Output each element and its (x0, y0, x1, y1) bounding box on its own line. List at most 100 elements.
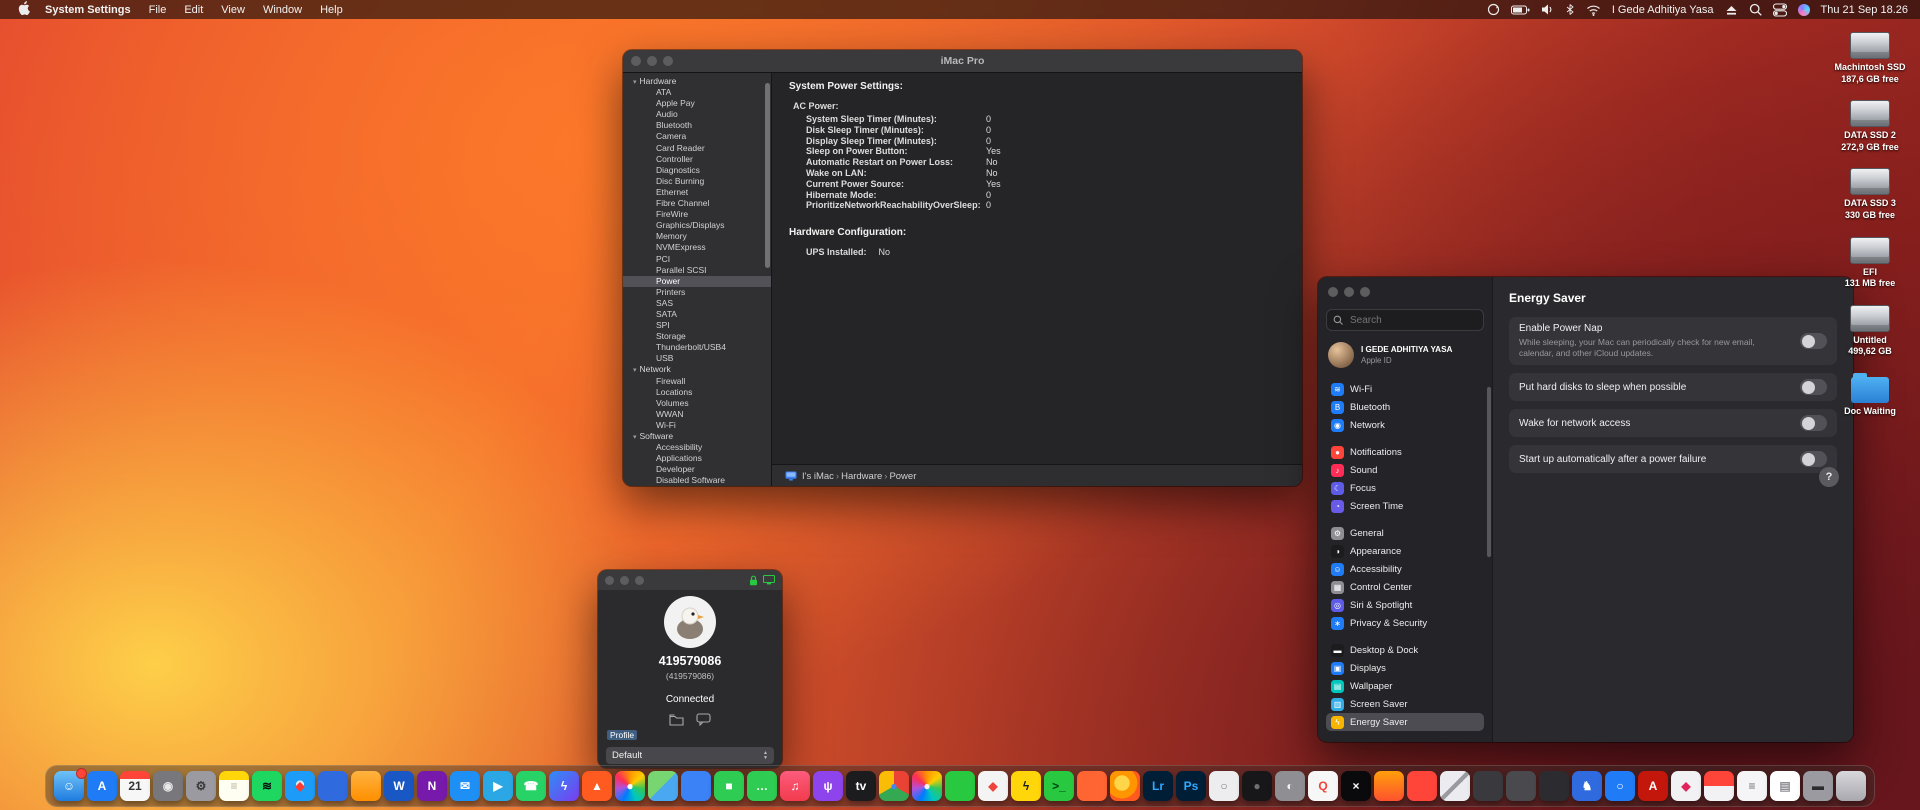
sysinfo-sidebar-item-printers[interactable]: Printers (623, 287, 771, 298)
desktop-icon-doc-waiting[interactable]: Doc Waiting (1824, 373, 1916, 417)
dock-icon-chess-app[interactable]: ♞ (1572, 771, 1602, 801)
sysinfo-sidebar-item-nvmexpress[interactable]: NVMExpress (623, 242, 771, 253)
dock-icon-lightroom[interactable]: Lr (1143, 771, 1173, 801)
dock-icon-anydesk[interactable]: ◆ (978, 771, 1008, 801)
battery-icon[interactable] (1510, 4, 1530, 16)
sysinfo-sidebar-item-graphics-displays[interactable]: Graphics/Displays (623, 220, 771, 231)
dock-icon-finder[interactable]: ☺ (54, 768, 87, 801)
search-field[interactable] (1326, 309, 1484, 331)
desktop-icon-efi[interactable]: EFI 131 MB free (1824, 236, 1916, 289)
settings-sidebar-item-sound[interactable]: ♪ Sound (1326, 461, 1484, 479)
sysinfo-sidebar-item-power[interactable]: Power (623, 275, 771, 287)
dock-icon-podcasts[interactable]: ψ (813, 771, 843, 801)
settings-sidebar-item-screen-time[interactable]: ◔ Screen Time (1326, 497, 1484, 515)
eject-icon[interactable] (1725, 4, 1738, 16)
menu-bar-user-name[interactable]: I Gede Adhitiya Yasa (1612, 4, 1714, 16)
desktop-icon-data-ssd-2[interactable]: DATA SSD 2 272,9 GB free (1824, 100, 1916, 152)
settings-sidebar-item-network[interactable]: ◉ Network (1326, 416, 1484, 434)
dock-icon-acrobat[interactable]: A (1638, 771, 1668, 801)
sysinfo-sidebar-item-apple-pay[interactable]: Apple Pay (623, 98, 771, 109)
close-button[interactable] (631, 56, 641, 66)
settings-sidebar-item-energy-saver[interactable]: ϟ Energy Saver (1326, 713, 1484, 731)
dock-icon-photoshop[interactable]: Ps (1176, 771, 1206, 801)
settings-sidebar-item-bluetooth[interactable]: B Bluetooth (1326, 398, 1484, 416)
sysinfo-sidebar-item-card-reader[interactable]: Card Reader (623, 143, 771, 154)
sysinfo-sidebar-item-volumes[interactable]: Volumes (623, 398, 771, 409)
profile-dropdown[interactable]: Default ▲ ▼ (606, 747, 774, 764)
dock-icon-black-circle-app[interactable]: ● (1242, 771, 1272, 801)
dock-icon-colorful-app[interactable]: ● (912, 771, 942, 801)
settings-sidebar-item-displays[interactable]: ▣ Displays (1326, 659, 1484, 677)
settings-sidebar-item-privacy-security[interactable]: ∗ Privacy & Security (1326, 614, 1484, 632)
sysinfo-sidebar-item-diagnostics[interactable]: Diagnostics (623, 165, 771, 176)
sysinfo-sidebar-item-applications[interactable]: Applications (623, 453, 771, 464)
dock-icon-maps[interactable] (648, 771, 678, 801)
dock-icon-messages[interactable]: … (747, 771, 777, 801)
desktop[interactable]: { "menu_bar": { "app_name": "System Sett… (0, 0, 1920, 810)
dock-icon-system-settings[interactable]: ⚙ (186, 771, 216, 801)
zoom-button[interactable] (635, 575, 644, 585)
dock-icon-green-terminal[interactable]: >_ (1044, 771, 1074, 801)
sidebar-scrollbar[interactable] (1487, 387, 1491, 557)
dock-icon-app-store[interactable]: A (87, 771, 117, 801)
dock-icon-search-app[interactable]: ○ (1605, 771, 1635, 801)
dock-icon-page-app[interactable]: ▤ (1770, 771, 1800, 801)
minimize-button[interactable] (620, 575, 629, 585)
sysinfo-sidebar-item-pci[interactable]: PCI (623, 254, 771, 265)
wifi-icon[interactable] (1586, 4, 1601, 16)
sysinfo-titlebar[interactable]: iMac Pro (623, 50, 1302, 73)
dock-icon-facetime[interactable]: ■ (714, 771, 744, 801)
dock-icon-x-app[interactable]: × (1341, 771, 1371, 801)
dock-icon-trash[interactable] (1836, 771, 1866, 801)
menu-bar-clock[interactable]: Thu 21 Sep 18.26 (1821, 4, 1908, 16)
search-input[interactable] (1348, 313, 1477, 327)
dock-icon-safari[interactable]: ◆ (285, 771, 315, 801)
dock-icon-qq[interactable]: Q (1308, 771, 1338, 801)
dock-icon-white-circle-app[interactable]: ○ (1209, 771, 1239, 801)
dock-icon-photos[interactable]: ● (615, 771, 645, 801)
settings-sidebar-item-notifications[interactable]: ● Notifications (1326, 443, 1484, 461)
anydesk-titlebar[interactable] (598, 570, 782, 590)
sysinfo-sidebar-item-sata[interactable]: SATA (623, 309, 771, 320)
sysinfo-sidebar-section-network[interactable]: ▾ Network (623, 364, 771, 375)
sysinfo-sidebar-item-firewire[interactable]: FireWire (623, 209, 771, 220)
desktop-icon-machintosh-ssd[interactable]: Machintosh SSD 187,6 GB free (1824, 32, 1916, 84)
toggle-switch[interactable] (1800, 451, 1827, 468)
chat-icon[interactable] (696, 713, 711, 726)
dock-icon-flame-app[interactable] (1374, 771, 1404, 801)
dock-icon-onenote[interactable]: N (417, 771, 447, 801)
sysinfo-sidebar-item-audio[interactable]: Audio (623, 109, 771, 120)
settings-sidebar-item-wallpaper[interactable]: ▤ Wallpaper (1326, 677, 1484, 695)
sysinfo-sidebar-item-locations[interactable]: Locations (623, 387, 771, 398)
dock-icon-chrome[interactable]: ● (879, 771, 909, 801)
sysinfo-sidebar-item-fibre-channel[interactable]: Fibre Channel (623, 198, 771, 209)
dock-icon-green-app[interactable] (945, 771, 975, 801)
dock-icon-spotify[interactable]: ≋ (252, 771, 282, 801)
zoom-button[interactable] (1360, 287, 1370, 297)
stats-icon[interactable] (1487, 3, 1500, 16)
apple-id-row[interactable]: I GEDE ADHITIYA YASA Apple ID (1328, 342, 1484, 368)
sysinfo-sidebar-item-thunderbolt-usb4[interactable]: Thunderbolt/USB4 (623, 342, 771, 353)
sysinfo-sidebar-item-memory[interactable]: Memory (623, 231, 771, 242)
sysinfo-sidebar-item-accessibility[interactable]: Accessibility (623, 442, 771, 453)
settings-sidebar-item-focus[interactable]: ☾ Focus (1326, 479, 1484, 497)
dock-icon-printer-app[interactable]: ▬ (1803, 771, 1833, 801)
file-transfer-icon[interactable] (669, 713, 684, 726)
dock-icon-dark-app-1[interactable] (1473, 771, 1503, 801)
apple-menu[interactable] (12, 1, 36, 18)
dock-icon-music[interactable]: ♫ (780, 771, 810, 801)
siri-icon[interactable] (1797, 3, 1810, 16)
dock-icon-blue-app[interactable] (318, 771, 348, 801)
sysinfo-sidebar-item-spi[interactable]: SPI (623, 320, 771, 331)
dock-icon-tv[interactable]: tv (846, 771, 876, 801)
dock-icon-dark-app-3[interactable] (1539, 771, 1569, 801)
toggle-switch[interactable] (1800, 379, 1827, 396)
dock-icon-firefox[interactable] (1110, 771, 1140, 801)
dock-icon-orange-app[interactable] (351, 771, 381, 801)
settings-sidebar-item-siri-spotlight[interactable]: ◎ Siri & Spotlight (1326, 596, 1484, 614)
sysinfo-sidebar-item-usb[interactable]: USB (623, 353, 771, 364)
toggle-switch[interactable] (1800, 415, 1827, 432)
sysinfo-sidebar-item-disabled-software[interactable]: Disabled Software (623, 475, 771, 486)
sysinfo-sidebar-item-camera[interactable]: Camera (623, 131, 771, 142)
dock-icon-calendar[interactable]: 21 (120, 771, 150, 801)
